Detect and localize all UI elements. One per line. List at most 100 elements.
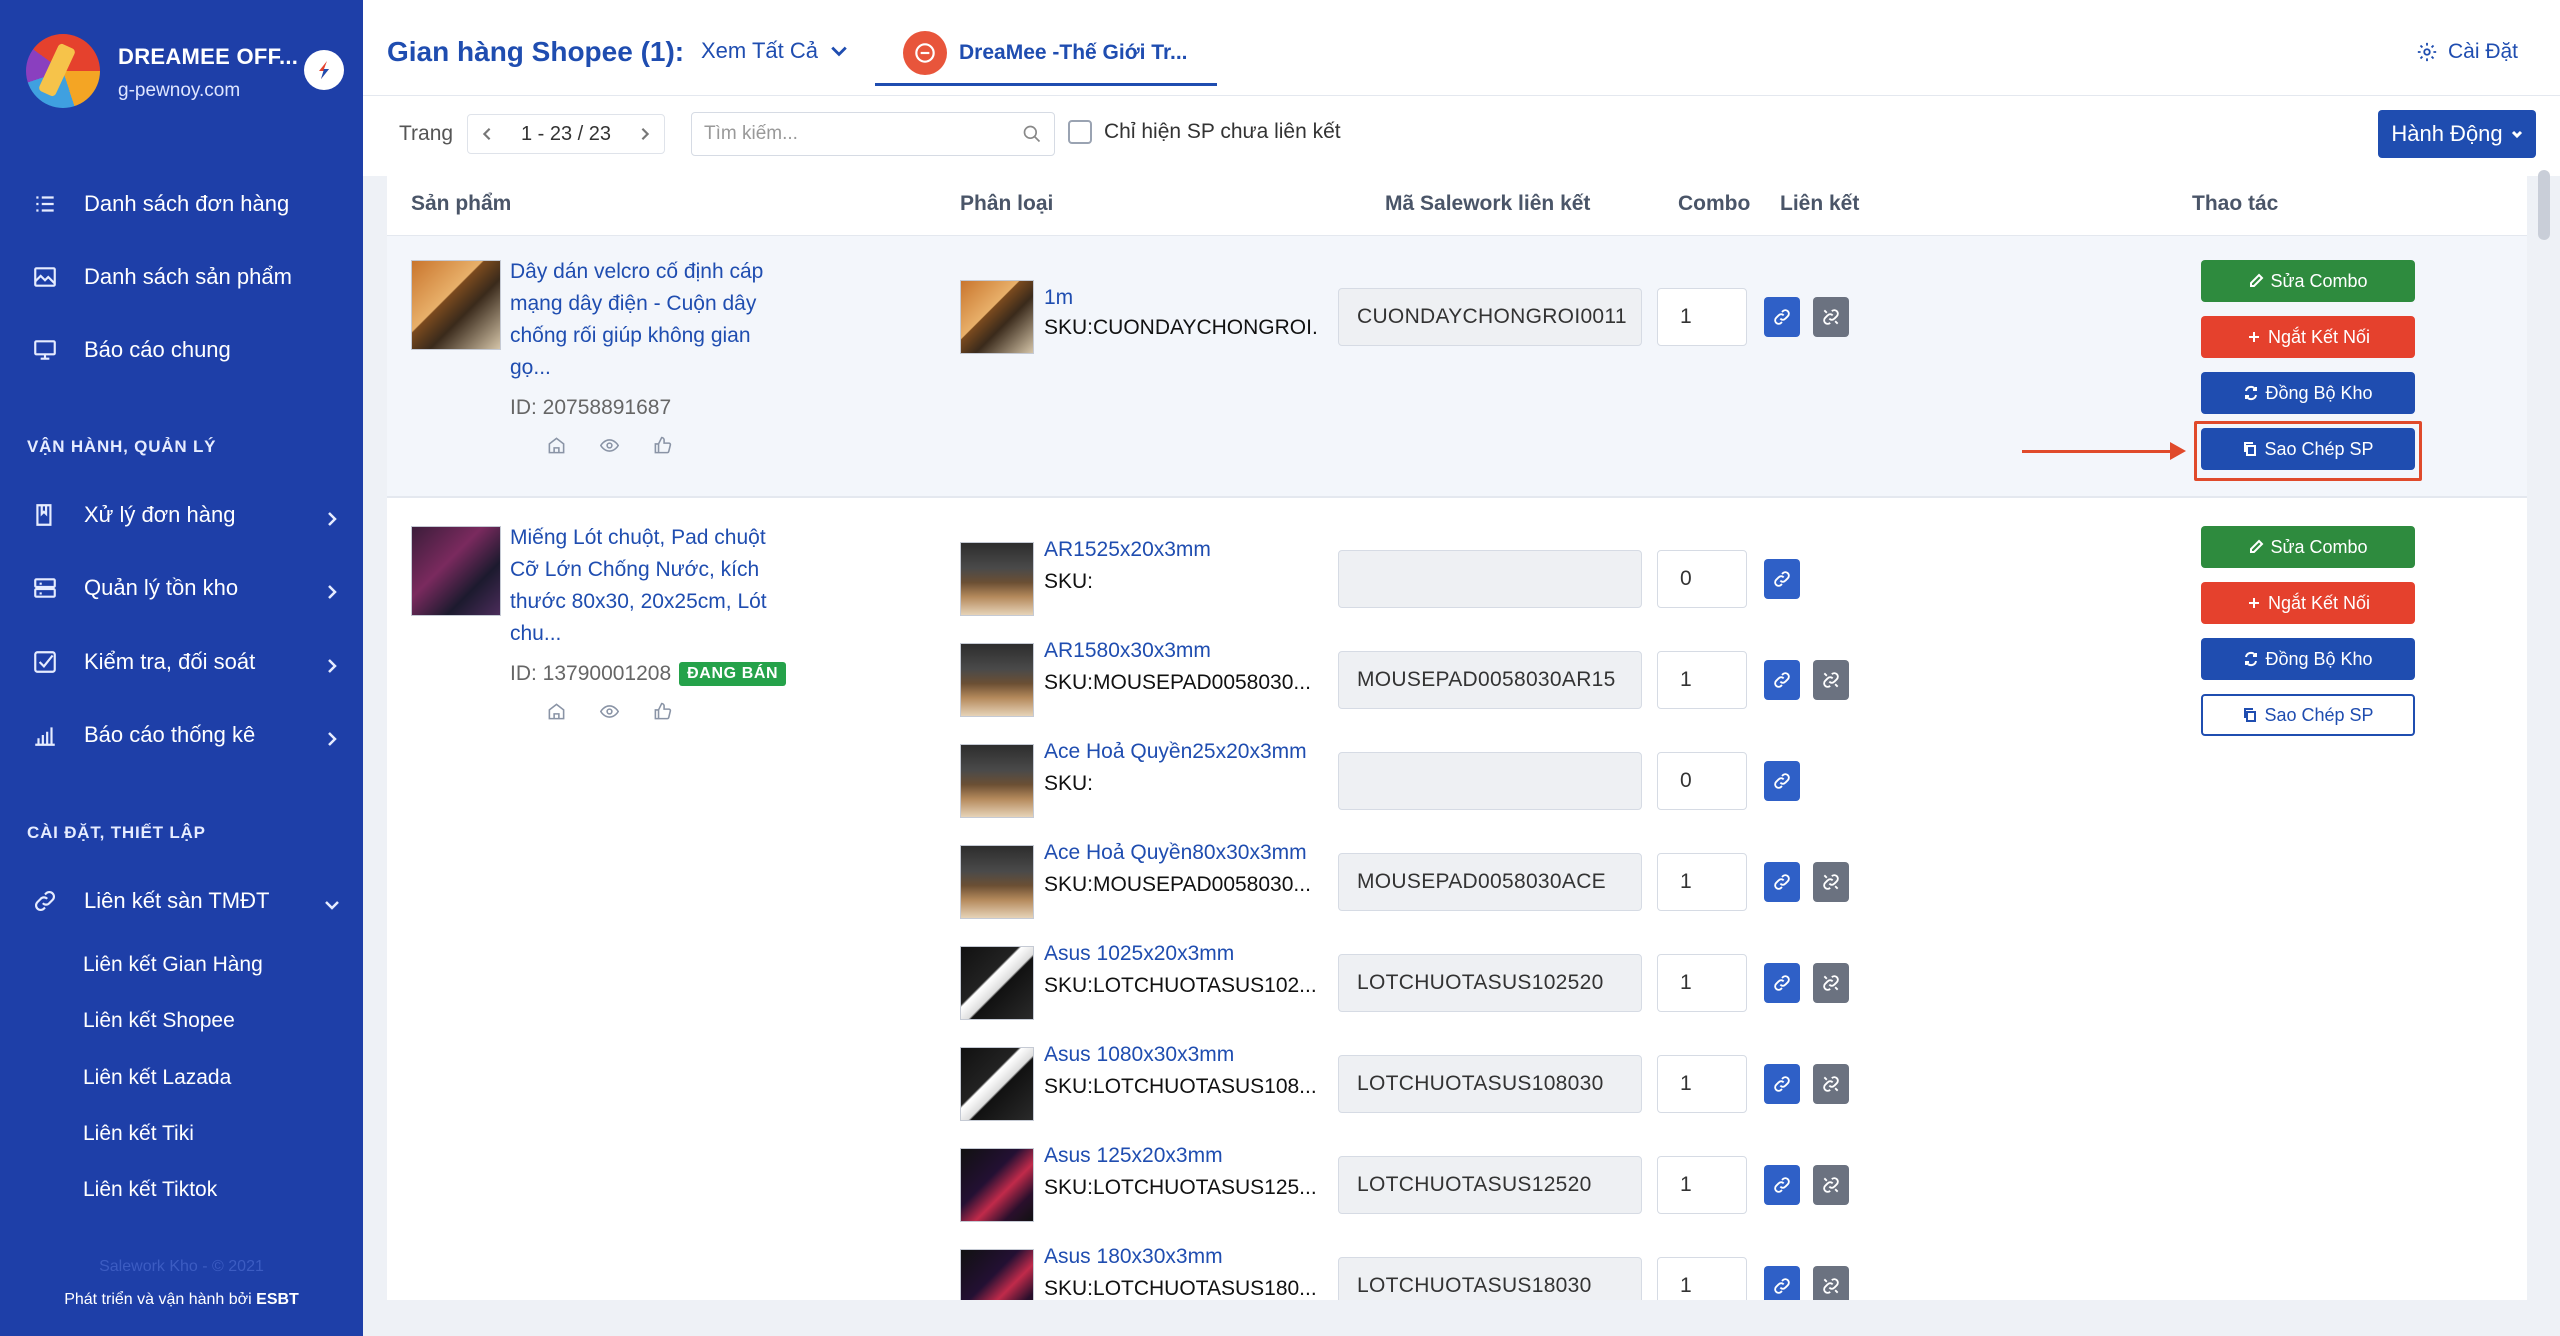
nav-general-report-label: Báo cáo chung <box>84 337 231 362</box>
unlink-button[interactable] <box>1813 297 1849 337</box>
search-input[interactable] <box>704 123 1004 145</box>
search-icon[interactable] <box>1022 124 1042 144</box>
link-button[interactable] <box>1764 862 1800 902</box>
view-all-dropdown[interactable]: Xem Tất Cả <box>701 38 848 64</box>
combo-field[interactable]: 1 <box>1657 1257 1747 1300</box>
nav-order-processing[interactable]: Xử lý đơn hàng <box>30 495 340 535</box>
sub-link-tiktok[interactable]: Liên kết Tiktok <box>83 1178 217 1202</box>
unlink-button[interactable] <box>1813 660 1849 700</box>
chevron-right-icon <box>324 507 340 526</box>
variant-thumbnail <box>960 1148 1034 1222</box>
combo-field[interactable]: 0 <box>1657 550 1747 608</box>
sku-link-field[interactable]: LOTCHUOTASUS18030 <box>1338 1257 1642 1300</box>
product-table: Sản phẩm Phân loại Mã Salework liên kết … <box>387 172 2527 1300</box>
edit-combo-button[interactable]: Sửa Combo <box>2201 260 2415 302</box>
unlink-button[interactable] <box>1813 1165 1849 1205</box>
product-id-text: ID: 13790001208 <box>510 662 672 685</box>
tab-shop[interactable]: DreaMee -Thế Giới Tr... <box>875 22 1217 86</box>
variant-sku: SKU:LOTCHUOTASUS125... <box>1044 1176 1317 1199</box>
sub-link-lazada[interactable]: Liên kết Lazada <box>83 1066 231 1090</box>
combo-field[interactable]: 1 <box>1657 651 1747 709</box>
sub-link-tiki[interactable]: Liên kết Tiki <box>83 1122 194 1146</box>
link-button[interactable] <box>1764 963 1800 1003</box>
shop-icon[interactable] <box>547 436 566 455</box>
disconnect-button[interactable]: Ngắt Kết Nối <box>2201 316 2415 358</box>
chevron-down-icon <box>324 893 340 910</box>
sync-stock-label: Đồng Bộ Kho <box>2265 382 2373 403</box>
nav-product-list[interactable]: Danh sách sản phẩm <box>30 257 340 297</box>
chevron-right-icon <box>324 727 340 746</box>
sku-link-field[interactable]: LOTCHUOTASUS12520 <box>1338 1156 1642 1214</box>
eye-icon[interactable] <box>600 436 619 455</box>
link-button[interactable] <box>1764 761 1800 801</box>
thumbs-up-icon[interactable] <box>653 436 672 455</box>
nav-inventory-label: Quản lý tồn kho <box>84 575 239 600</box>
link-button[interactable] <box>1764 660 1800 700</box>
chevron-left-icon[interactable] <box>480 127 494 141</box>
link-button[interactable] <box>1764 1165 1800 1205</box>
sku-link-field[interactable]: LOTCHUOTASUS102520 <box>1338 954 1642 1012</box>
link-button[interactable] <box>1764 297 1800 337</box>
nav-general-report[interactable]: Báo cáo chung <box>30 330 340 370</box>
unlink-button[interactable] <box>1813 862 1849 902</box>
variant-thumbnail <box>960 643 1034 717</box>
nav-marketplace-links[interactable]: Liên kết sàn TMĐT <box>30 881 340 921</box>
eye-icon[interactable] <box>600 702 619 721</box>
link-button[interactable] <box>1764 559 1800 599</box>
thumbs-up-icon[interactable] <box>653 702 672 721</box>
product-name[interactable]: Dây dán velcro cố định cáp mạng dây điện… <box>510 256 790 384</box>
edit-combo-button[interactable]: Sửa Combo <box>2201 526 2415 568</box>
disconnect-button[interactable]: Ngắt Kết Nối <box>2201 582 2415 624</box>
col-combo: Combo <box>1678 192 1751 215</box>
settings-button[interactable]: Cài Đặt <box>2416 40 2518 64</box>
nav-reconciliation[interactable]: Kiểm tra, đối soát <box>30 642 340 682</box>
variant-sku: SKU:LOTCHUOTASUS102... <box>1044 974 1317 997</box>
variant-name: Asus 1025x20x3mm <box>1044 942 1235 965</box>
link-button[interactable] <box>1764 1266 1800 1300</box>
product-name[interactable]: Miếng Lót chuột, Pad chuột Cỡ Lớn Chống … <box>510 522 790 650</box>
copy-product-button[interactable]: Sao Chép SP <box>2201 694 2415 736</box>
variant-sku: SKU:MOUSEPAD0058030... <box>1044 671 1311 694</box>
nav-reconciliation-label: Kiểm tra, đối soát <box>84 649 256 674</box>
nav-inventory[interactable]: Quản lý tồn kho <box>30 568 340 608</box>
variant-sku: SKU: <box>1044 570 1094 593</box>
combo-field[interactable]: 1 <box>1657 1055 1747 1113</box>
sync-stock-button[interactable]: Đồng Bộ Kho <box>2201 638 2415 680</box>
shop-tab-label: DreaMee -Thế Giới Tr... <box>959 40 1188 64</box>
sync-stock-button[interactable]: Đồng Bộ Kho <box>2201 372 2415 414</box>
actions-dropdown-button[interactable]: Hành Động <box>2378 110 2536 158</box>
sku-link-field[interactable] <box>1338 752 1642 810</box>
combo-field[interactable]: 1 <box>1657 853 1747 911</box>
unlinked-filter[interactable]: Chỉ hiện SP chưa liên kết <box>1068 120 1341 144</box>
unlink-button[interactable] <box>1813 963 1849 1003</box>
variant-sku: SKU:LOTCHUOTASUS180... <box>1044 1277 1317 1300</box>
sku-link-field[interactable]: CUONDAYCHONGROI0011 <box>1338 288 1642 346</box>
brand-name: DREAMEE OFF... <box>118 44 299 69</box>
footer-credit-prefix: Phát triển và vận hành bởi <box>64 1291 257 1308</box>
chevron-down-icon <box>831 46 847 57</box>
sku-link-field[interactable] <box>1338 550 1642 608</box>
pagination: 1 - 23 / 23 <box>467 114 665 154</box>
chevron-right-icon[interactable] <box>638 127 652 141</box>
sku-link-field[interactable]: LOTCHUOTASUS108030 <box>1338 1055 1642 1113</box>
brand-header[interactable]: DREAMEE OFF... g-pewnoy.com <box>26 30 346 110</box>
combo-field[interactable]: 0 <box>1657 752 1747 810</box>
sku-link-field[interactable]: MOUSEPAD0058030AR15 <box>1338 651 1642 709</box>
sub-link-shop[interactable]: Liên kết Gian Hàng <box>83 953 263 977</box>
unlinked-filter-checkbox[interactable] <box>1068 120 1092 144</box>
sub-link-shopee[interactable]: Liên kết Shopee <box>83 1009 235 1033</box>
product-thumbnail[interactable] <box>411 526 501 616</box>
nav-statistics[interactable]: Báo cáo thống kê <box>30 715 340 755</box>
product-thumbnail[interactable] <box>411 260 501 350</box>
combo-field[interactable]: 1 <box>1657 954 1747 1012</box>
table-row: Miếng Lót chuột, Pad chuột Cỡ Lớn Chống … <box>387 498 2527 1300</box>
scrollbar[interactable] <box>2538 170 2550 240</box>
combo-field[interactable]: 1 <box>1657 288 1747 346</box>
sku-link-field[interactable]: MOUSEPAD0058030ACE <box>1338 853 1642 911</box>
shop-icon[interactable] <box>547 702 566 721</box>
combo-field[interactable]: 1 <box>1657 1156 1747 1214</box>
link-button[interactable] <box>1764 1064 1800 1104</box>
unlink-button[interactable] <box>1813 1266 1849 1300</box>
nav-order-list[interactable]: Danh sách đơn hàng <box>30 184 340 224</box>
unlink-button[interactable] <box>1813 1064 1849 1104</box>
